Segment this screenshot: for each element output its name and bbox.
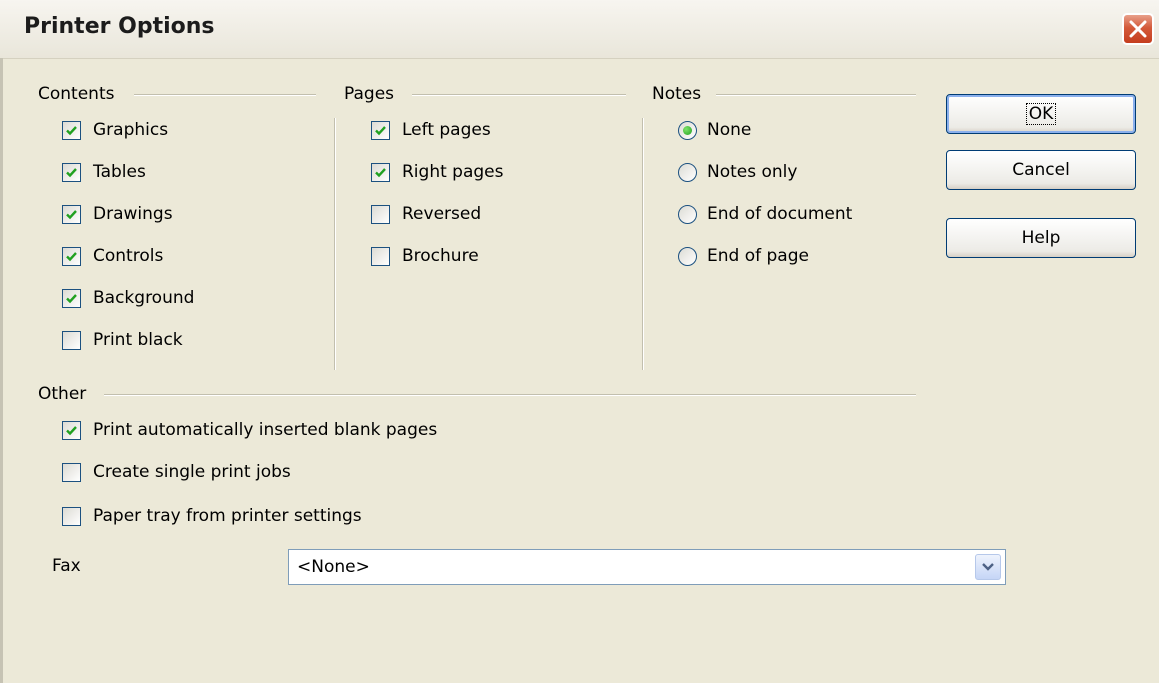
reversed-checkbox[interactable]: Reversed <box>371 200 481 228</box>
ok-button-label: OK <box>1025 103 1057 125</box>
check-icon <box>66 167 77 177</box>
left-pages-checkbox[interactable]: Left pages <box>371 116 491 144</box>
pages-divider <box>412 94 626 96</box>
other-divider <box>104 394 916 396</box>
end-of-document-radio[interactable]: End of document <box>678 200 852 228</box>
graphics-checkbox[interactable]: Graphics <box>62 116 168 144</box>
radio-button[interactable] <box>678 204 697 224</box>
title-bar[interactable]: Printer Options <box>0 0 1159 59</box>
check-icon <box>66 209 77 219</box>
background-checkbox[interactable]: Background <box>62 284 194 312</box>
print-blank-pages-label: Print automatically inserted blank pages <box>93 420 438 440</box>
radio-button[interactable] <box>678 120 697 140</box>
check-icon <box>375 125 386 135</box>
drawings-label: Drawings <box>93 204 173 224</box>
end-of-page-radio[interactable]: End of page <box>678 242 809 270</box>
controls-label: Controls <box>93 246 164 266</box>
brochure-label: Brochure <box>402 246 479 266</box>
print-black-checkbox[interactable]: Print black <box>62 326 183 354</box>
check-icon <box>375 167 386 177</box>
fax-dropdown-button[interactable] <box>975 554 1001 580</box>
checkbox-box[interactable] <box>62 420 81 440</box>
checkbox-box[interactable] <box>371 162 390 182</box>
ok-button[interactable]: OK <box>946 94 1136 134</box>
drawings-checkbox[interactable]: Drawings <box>62 200 173 228</box>
checkbox-box[interactable] <box>62 506 81 526</box>
checkbox-box[interactable] <box>371 120 390 140</box>
contents-divider <box>134 94 316 96</box>
help-button[interactable]: Help <box>946 218 1136 258</box>
end-of-document-label: End of document <box>707 204 853 224</box>
tables-checkbox[interactable]: Tables <box>62 158 146 186</box>
other-group-label: Other <box>38 384 87 404</box>
reversed-label: Reversed <box>402 204 482 224</box>
checkbox-box[interactable] <box>371 246 390 266</box>
check-icon <box>66 125 77 135</box>
print-blank-pages-checkbox[interactable]: Print automatically inserted blank pages <box>62 416 437 444</box>
pages-notes-separator <box>642 118 644 370</box>
fax-label: Fax <box>52 556 81 576</box>
cancel-button[interactable]: Cancel <box>946 150 1136 190</box>
controls-checkbox[interactable]: Controls <box>62 242 163 270</box>
notes-only-radio[interactable]: Notes only <box>678 158 797 186</box>
help-button-label: Help <box>1021 228 1061 248</box>
notes-none-label: None <box>707 120 752 140</box>
paper-tray-checkbox[interactable]: Paper tray from printer settings <box>62 502 362 530</box>
notes-divider <box>716 94 916 96</box>
checkbox-box[interactable] <box>62 162 81 182</box>
left-pages-label: Left pages <box>402 120 491 140</box>
check-icon <box>66 425 77 435</box>
graphics-label: Graphics <box>93 120 169 140</box>
window-border <box>0 58 3 683</box>
background-label: Background <box>93 288 195 308</box>
close-button[interactable] <box>1122 13 1154 45</box>
chevron-down-icon <box>982 563 994 571</box>
checkbox-box[interactable] <box>62 330 81 350</box>
end-of-page-label: End of page <box>707 246 809 266</box>
brochure-checkbox[interactable]: Brochure <box>371 242 479 270</box>
tables-label: Tables <box>93 162 146 182</box>
contents-group-label: Contents <box>38 84 115 104</box>
notes-only-label: Notes only <box>707 162 798 182</box>
check-icon <box>66 251 77 261</box>
dialog-title: Printer Options <box>24 14 215 39</box>
printer-options-dialog: Printer Options Contents Graphics Tables… <box>0 0 1159 683</box>
single-print-jobs-label: Create single print jobs <box>93 462 291 482</box>
checkbox-box[interactable] <box>62 288 81 308</box>
fax-select[interactable]: <None> <box>288 549 1006 585</box>
radio-button[interactable] <box>678 246 697 266</box>
radio-selected-dot <box>683 125 692 135</box>
fax-select-value: <None> <box>297 557 370 577</box>
paper-tray-label: Paper tray from printer settings <box>93 506 362 526</box>
close-icon <box>1129 20 1147 38</box>
single-print-jobs-checkbox[interactable]: Create single print jobs <box>62 458 291 486</box>
pages-group-label: Pages <box>344 84 395 104</box>
checkbox-box[interactable] <box>62 204 81 224</box>
checkbox-box[interactable] <box>371 204 390 224</box>
right-pages-label: Right pages <box>402 162 504 182</box>
checkbox-box[interactable] <box>62 246 81 266</box>
contents-pages-separator <box>334 118 336 370</box>
radio-button[interactable] <box>678 162 697 182</box>
print-black-label: Print black <box>93 330 183 350</box>
check-icon <box>66 293 77 303</box>
checkbox-box[interactable] <box>62 462 81 482</box>
right-pages-checkbox[interactable]: Right pages <box>371 158 504 186</box>
notes-none-radio[interactable]: None <box>678 116 751 144</box>
notes-group-label: Notes <box>652 84 702 104</box>
cancel-button-label: Cancel <box>1012 160 1070 180</box>
checkbox-box[interactable] <box>62 120 81 140</box>
